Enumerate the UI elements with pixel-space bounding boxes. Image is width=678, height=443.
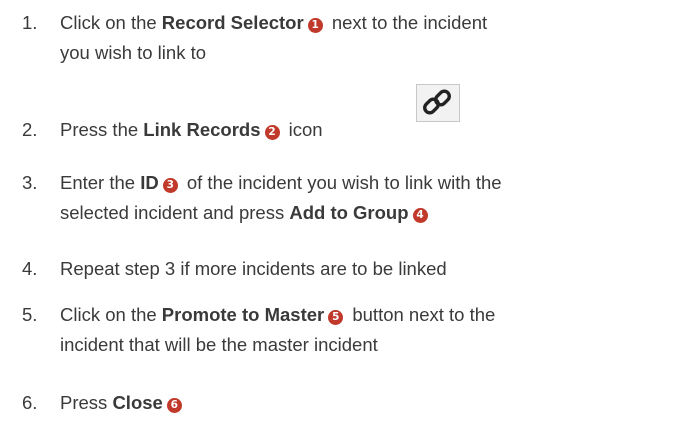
step-number: 6.	[22, 392, 38, 413]
step-text-line2-before: selected incident and press	[60, 202, 290, 223]
step-text-before: Enter the	[60, 172, 141, 193]
step-number: 1.	[22, 12, 38, 33]
link-chain-icon	[416, 84, 460, 122]
step-number: 4.	[22, 258, 38, 279]
step-text: Press Close 6	[60, 388, 660, 418]
step-text: Click on the Promote to Master 5 button n…	[60, 300, 660, 360]
step-text-after: of the incident you wish to link with th…	[181, 172, 502, 193]
step-number: 5.	[22, 304, 38, 325]
step-text-line2: you wish to link to	[60, 42, 207, 63]
step-text-after: icon	[283, 119, 323, 140]
callout-badge-3: 3	[162, 178, 178, 193]
id-label: ID	[140, 172, 159, 193]
add-to-group-label: Add to Group	[289, 202, 409, 223]
callout-badge-6: 6	[166, 398, 182, 413]
callout-badge-1: 1	[307, 18, 323, 33]
record-selector-label: Record Selector	[161, 12, 304, 33]
step-text: Enter the ID 3 of the incident you wish t…	[60, 168, 660, 228]
step-text-before: Press the	[60, 119, 144, 140]
step-number: 3.	[22, 172, 38, 193]
step-text-line2: incident that will be the master inciden…	[60, 334, 378, 355]
step-text: Repeat step 3 if more incidents are to b…	[60, 254, 660, 284]
promote-to-master-label: Promote to Master	[161, 304, 325, 325]
link-records-label: Link Records	[143, 119, 261, 140]
step-text-after: next to the incident	[326, 12, 488, 33]
callout-badge-2: 2	[264, 125, 280, 140]
callout-badge-4: 4	[412, 208, 428, 223]
step-text-before: Press	[60, 392, 113, 413]
step-text: Press the Link Records 2 icon	[60, 115, 660, 145]
step-text-before: Click on the	[60, 304, 162, 325]
callout-badge-5: 5	[328, 310, 344, 325]
step-text-line: Repeat step 3 if more incidents are to b…	[60, 258, 447, 279]
step-number: 2.	[22, 119, 38, 140]
step-text: Click on the Record Selector 1 next to th…	[60, 8, 660, 68]
close-label: Close	[112, 392, 163, 413]
step-text-after: button next to the	[347, 304, 496, 325]
step-text-before: Click on the	[60, 12, 162, 33]
